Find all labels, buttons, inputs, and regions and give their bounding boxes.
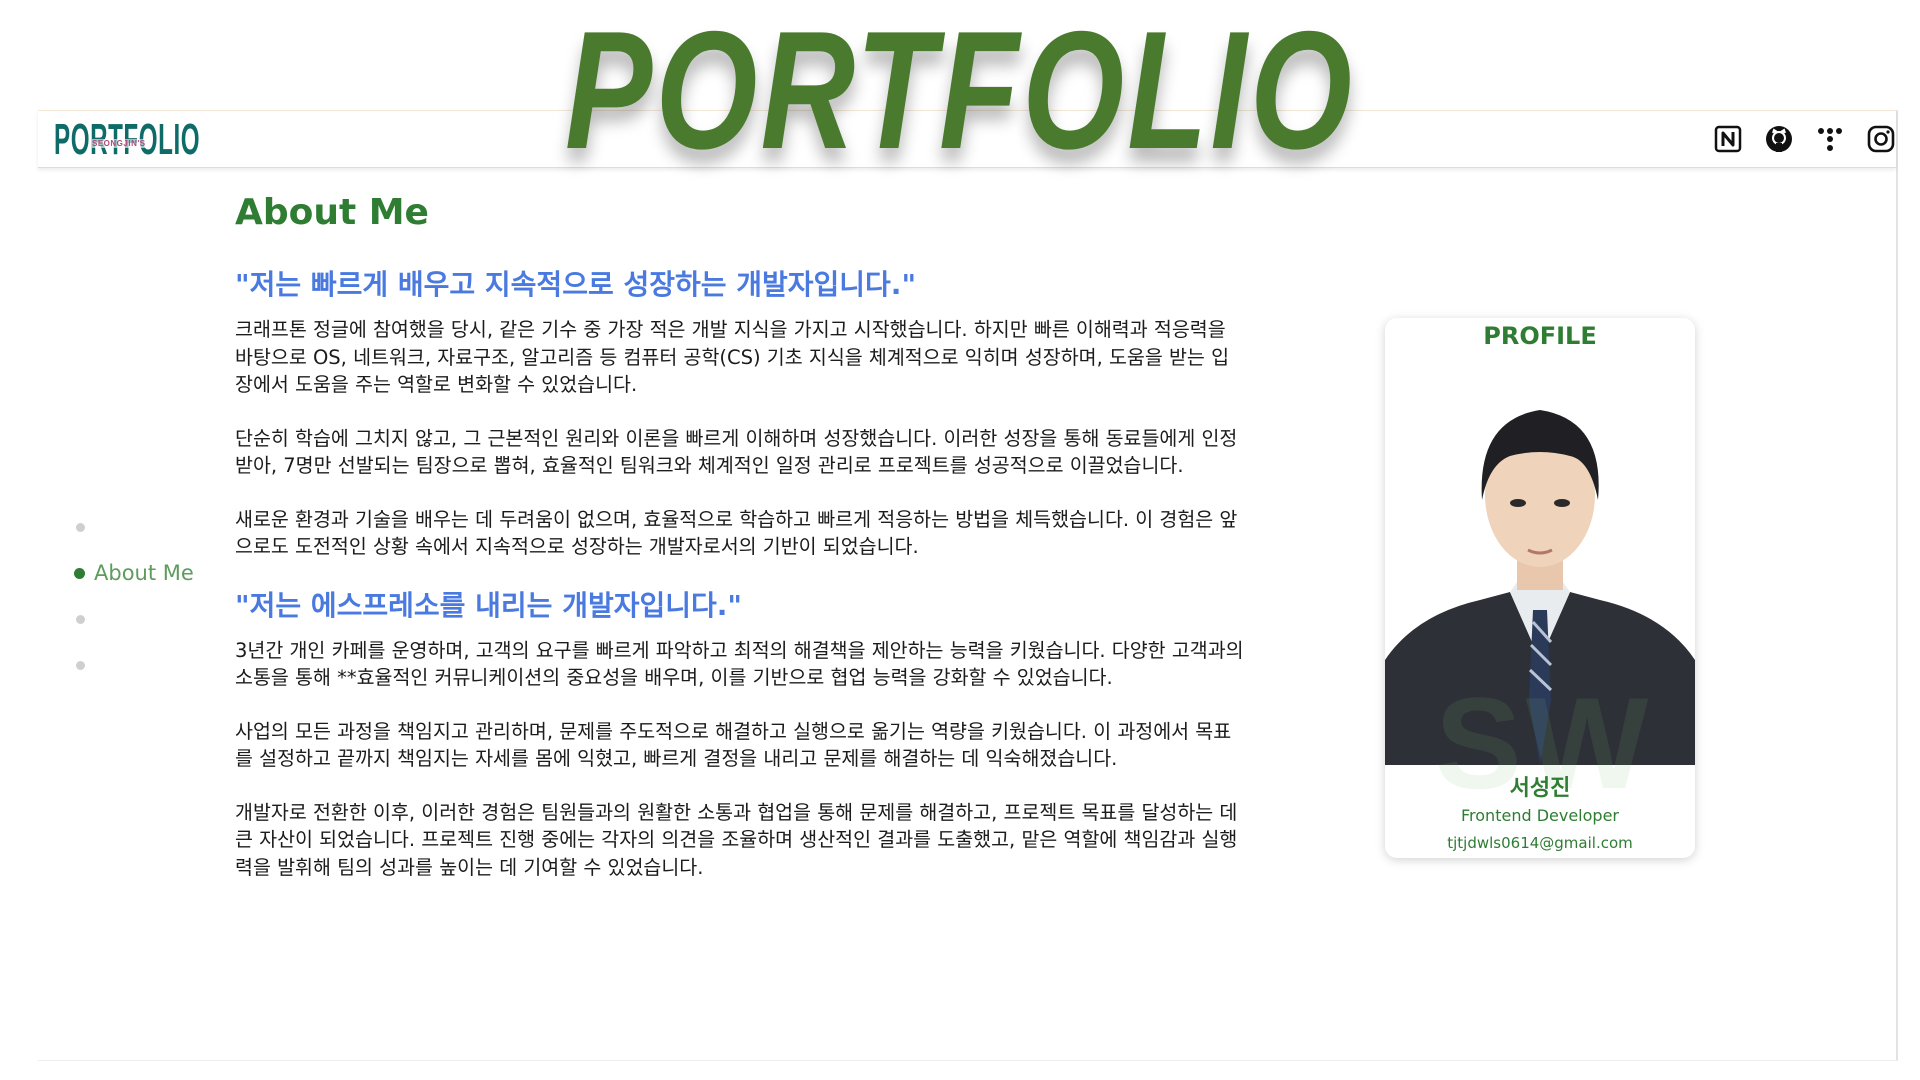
- portfolio-logo[interactable]: PORTFOLIO SEONGJIN'S: [54, 115, 200, 165]
- paragraph: 개발자로 전환한 이후, 이러한 경험은 팀원들과의 원활한 소통과 협업을 통…: [235, 800, 1238, 879]
- side-nav-item-1[interactable]: [74, 504, 194, 550]
- section-side-nav: About Me: [74, 504, 194, 688]
- figma-dots-icon[interactable]: [1814, 123, 1845, 154]
- side-nav-item-4[interactable]: [74, 642, 194, 688]
- quote-heading-2: "저는 에스프레소를 내리는 개발자입니다.": [235, 588, 742, 622]
- paragraph: 사업의 모든 과정을 책임지고 관리하며, 문제를 주도적으로 해결하고 실행으…: [235, 719, 1232, 771]
- quote-heading-1: "저는 빠르게 배우고 지속적으로 성장하는 개발자입니다.": [235, 268, 917, 301]
- profile-heading: PROFILE: [1483, 322, 1597, 350]
- side-nav-item-3[interactable]: [74, 596, 194, 642]
- nav-dot-active: [74, 567, 85, 579]
- section-title: About Me: [235, 192, 429, 233]
- nav-dot: [76, 660, 85, 670]
- paragraph: 단순히 학습에 그치지 않고, 그 근본적인 원리와 이론을 빠르게 이해하며 …: [235, 426, 1238, 478]
- about-me-section: About Me "저는 빠르게 배우고 지속적으로 성장하는 개발자입니다."…: [235, 190, 1245, 907]
- profile-role: Frontend Developer: [1461, 806, 1619, 825]
- profile-name: 서성진: [1509, 776, 1571, 801]
- instagram-icon[interactable]: [1865, 123, 1896, 154]
- social-links: [1712, 123, 1896, 154]
- side-nav-label: About Me: [94, 561, 194, 585]
- notion-icon[interactable]: [1712, 123, 1743, 154]
- profile-email[interactable]: tjtjdwls0614@gmail.com: [1385, 834, 1695, 852]
- profile-card: PROFILE SW 서성진 Frontend Developer tjtjdw…: [1385, 318, 1695, 858]
- hero-title: PORTFOLIO: [564, 0, 1356, 184]
- nav-dot: [76, 614, 85, 624]
- github-icon[interactable]: [1763, 123, 1794, 154]
- nav-dot: [76, 522, 85, 532]
- logo-subtext: SEONGJIN'S: [92, 139, 146, 148]
- paragraph: 크래프톤 정글에 참여했을 당시, 같은 기수 중 가장 적은 개발 지식을 가…: [235, 318, 1230, 396]
- paragraph: 3년간 개인 카페를 운영하며, 고객의 요구를 빠르게 파악하고 최적의 해결…: [235, 638, 1244, 690]
- paragraph: 새로운 환경과 기술을 배우는 데 두려움이 없으며, 효율적으로 학습하고 빠…: [235, 507, 1238, 559]
- side-nav-item-about-me[interactable]: About Me: [74, 550, 194, 596]
